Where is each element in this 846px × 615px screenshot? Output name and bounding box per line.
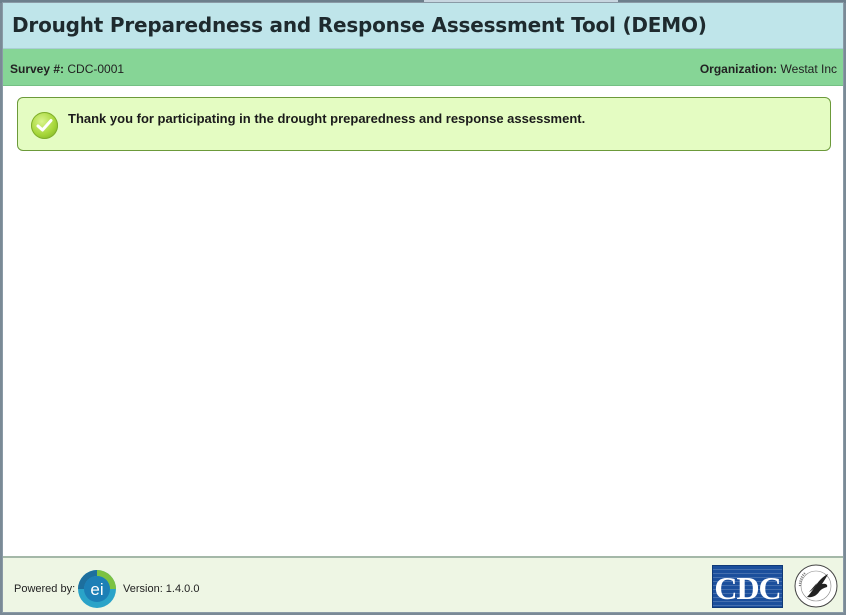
ei-logo-text: ei — [90, 580, 103, 599]
version-label: Version: 1.4.0.0 — [123, 583, 200, 595]
organization-label: Organization: — [699, 62, 778, 76]
main-content: Thank you for participating in the droug… — [3, 86, 843, 556]
survey-info-bar: Survey #: CDC-0001 Organization: Westat … — [3, 49, 843, 86]
page-title: Drought Preparedness and Response Assess… — [12, 13, 707, 37]
cdc-logo-text: CDC — [714, 570, 781, 606]
survey-number-value: CDC-0001 — [67, 62, 125, 76]
survey-number-label: Survey #: — [10, 62, 65, 76]
organization-value: Westat Inc — [780, 62, 837, 76]
success-message: Thank you for participating in the droug… — [17, 97, 831, 151]
success-message-text: Thank you for participating in the droug… — [68, 111, 586, 126]
powered-by-label: Powered by: — [14, 583, 76, 595]
title-bar: Drought Preparedness and Response Assess… — [3, 3, 843, 49]
cdc-logo: CDC — [712, 565, 783, 608]
organization: Organization: Westat Inc — [700, 62, 837, 76]
check-circle-icon — [31, 112, 58, 139]
ei-logo: ei — [77, 569, 117, 609]
hhs-eagle-logo — [793, 561, 839, 611]
app-window: Drought Preparedness and Response Assess… — [2, 2, 844, 613]
survey-number: Survey #: CDC-0001 — [10, 62, 124, 76]
footer: Powered by: ei Version: 1.4.0.0 CDC — [3, 556, 843, 612]
